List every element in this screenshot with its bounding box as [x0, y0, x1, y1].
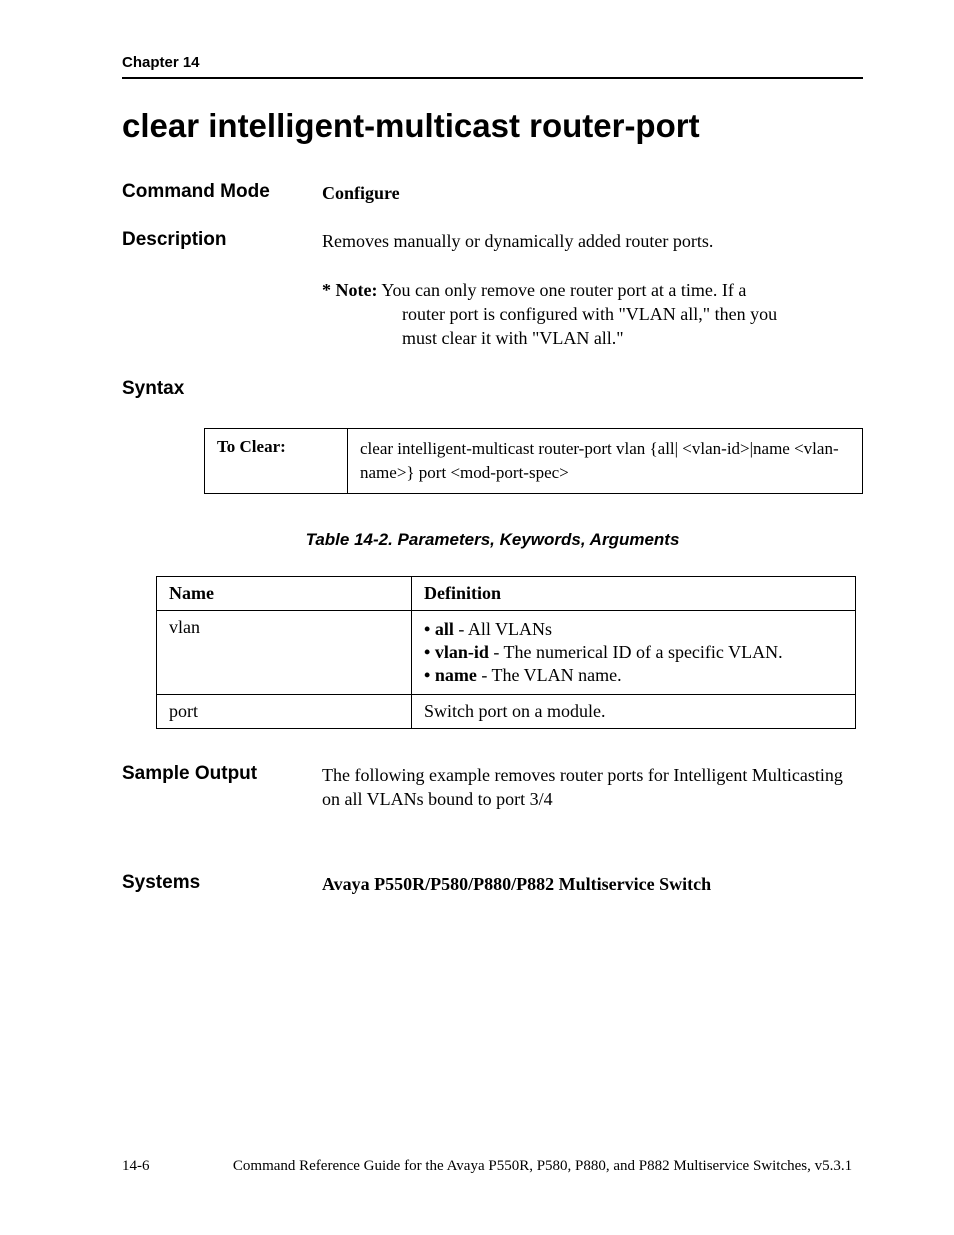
footer-text: Command Reference Guide for the Avaya P5…: [222, 1158, 863, 1175]
page-footer: 14-6 Command Reference Guide for the Ava…: [122, 1158, 863, 1175]
note-text-first: You can only remove one router port at a…: [381, 280, 746, 300]
td-def-port: Switch port on a module.: [412, 695, 856, 729]
row-sample-output: Sample Output The following example remo…: [122, 763, 863, 812]
header-rule: [122, 77, 863, 79]
param-table: Name Definition vlan all - All VLANs vla…: [156, 576, 856, 729]
bullet-rest: - The VLAN name.: [477, 665, 622, 685]
note-text-line3: must clear it with "VLAN all.": [322, 326, 863, 350]
page-title: clear intelligent-multicast router-port: [122, 107, 863, 145]
row-description: Description Removes manually or dynamica…: [122, 229, 863, 253]
table-row: vlan all - All VLANs vlan-id - The numer…: [157, 611, 856, 695]
syntax-box-text: clear intelligent-multicast router-port …: [348, 429, 862, 493]
list-item: all - All VLANs: [424, 619, 843, 640]
value-systems: Avaya P550R/P580/P880/P882 Multiservice …: [322, 872, 863, 896]
note-block: * Note: You can only remove one router p…: [322, 278, 863, 351]
label-sample-output: Sample Output: [122, 763, 322, 812]
chapter-header: Chapter 14: [122, 54, 863, 71]
syntax-box: To Clear: clear intelligent-multicast ro…: [204, 428, 863, 494]
td-def-vlan: all - All VLANs vlan-id - The numerical …: [412, 611, 856, 695]
td-name-port: port: [157, 695, 412, 729]
bullet-bold: all: [435, 619, 454, 639]
value-sample-output: The following example removes router por…: [322, 763, 863, 812]
value-description: Removes manually or dynamically added ro…: [322, 229, 863, 253]
value-command-mode: Configure: [322, 181, 863, 205]
syntax-box-label: To Clear:: [205, 429, 348, 493]
bullet-rest: - All VLANs: [454, 619, 552, 639]
vlan-bullet-list: all - All VLANs vlan-id - The numerical …: [424, 619, 843, 686]
label-systems: Systems: [122, 872, 322, 896]
bullet-rest: - The numerical ID of a specific VLAN.: [489, 642, 783, 662]
page: Chapter 14 clear intelligent-multicast r…: [0, 0, 954, 1235]
bullet-bold: name: [435, 665, 477, 685]
table-header-row: Name Definition: [157, 577, 856, 611]
th-name: Name: [157, 577, 412, 611]
note-text-line2: router port is configured with "VLAN all…: [322, 302, 863, 326]
bullet-bold: vlan-id: [435, 642, 489, 662]
label-command-mode: Command Mode: [122, 181, 322, 205]
row-systems: Systems Avaya P550R/P580/P880/P882 Multi…: [122, 872, 863, 896]
table-row: port Switch port on a module.: [157, 695, 856, 729]
footer-pagenum: 14-6: [122, 1158, 222, 1175]
th-definition: Definition: [412, 577, 856, 611]
list-item: vlan-id - The numerical ID of a specific…: [424, 642, 843, 663]
td-name-vlan: vlan: [157, 611, 412, 695]
heading-syntax: Syntax: [122, 378, 863, 400]
table-caption: Table 14-2. Parameters, Keywords, Argume…: [122, 530, 863, 550]
label-description: Description: [122, 229, 322, 253]
list-item: name - The VLAN name.: [424, 665, 843, 686]
row-command-mode: Command Mode Configure: [122, 181, 863, 205]
note-label: * Note:: [322, 280, 377, 300]
